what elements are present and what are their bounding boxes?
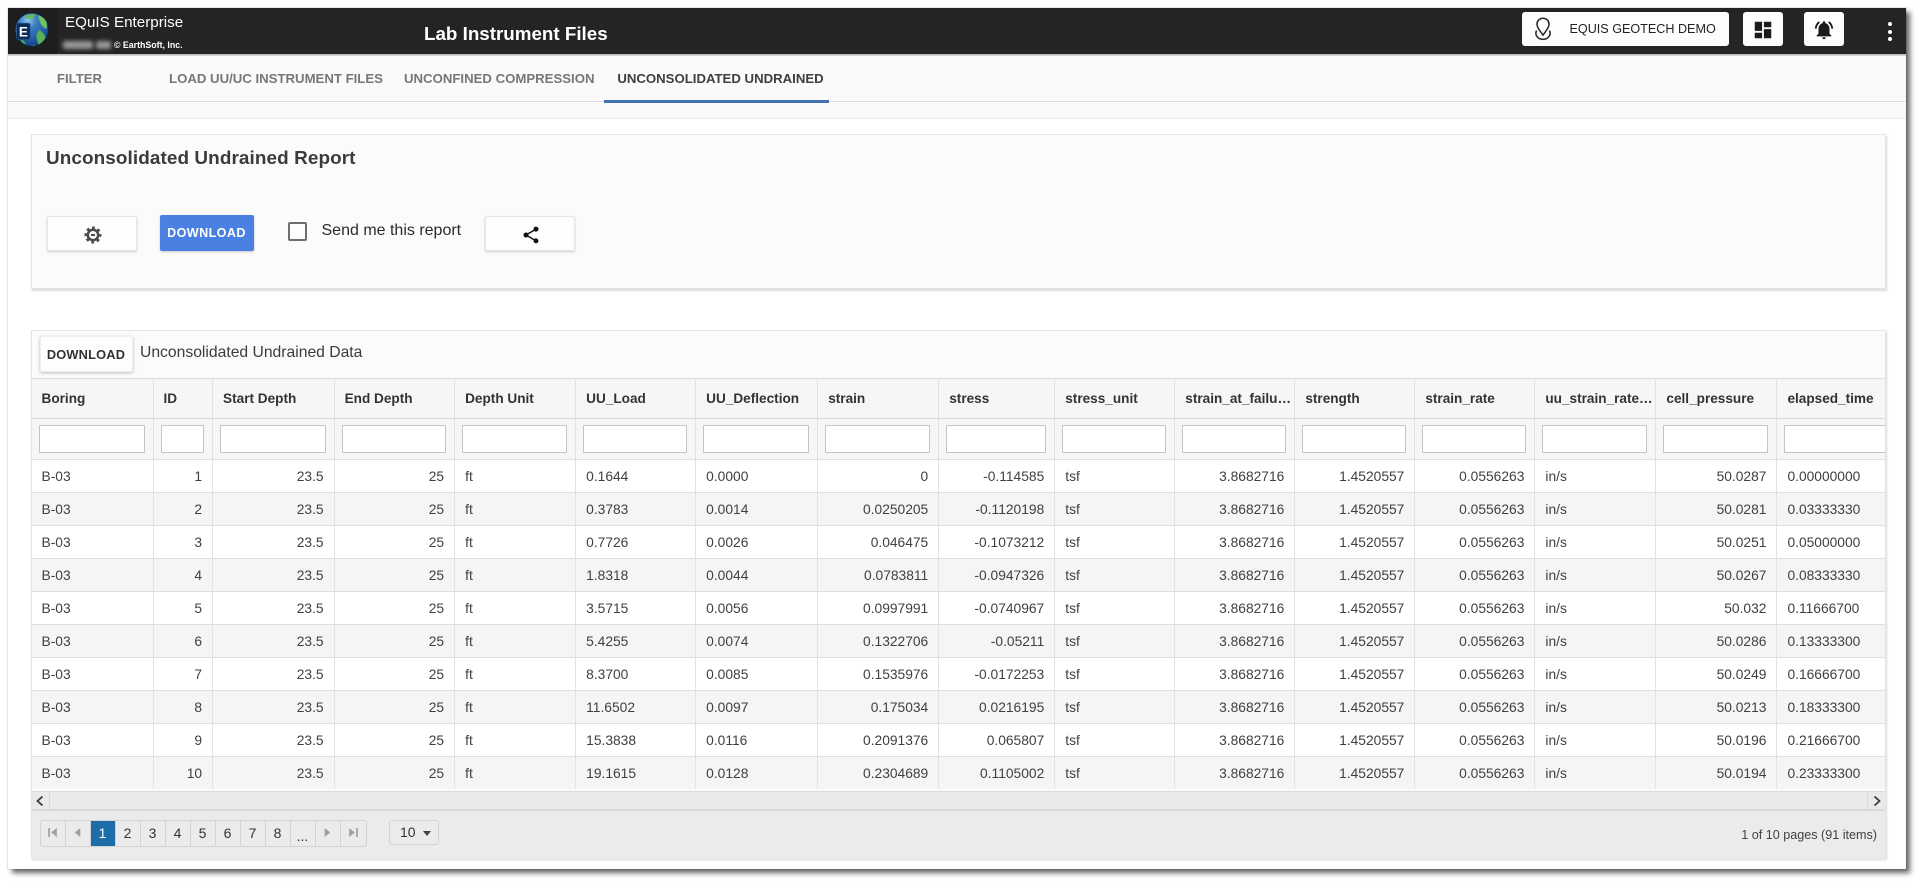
svg-text:E: E — [19, 24, 28, 39]
